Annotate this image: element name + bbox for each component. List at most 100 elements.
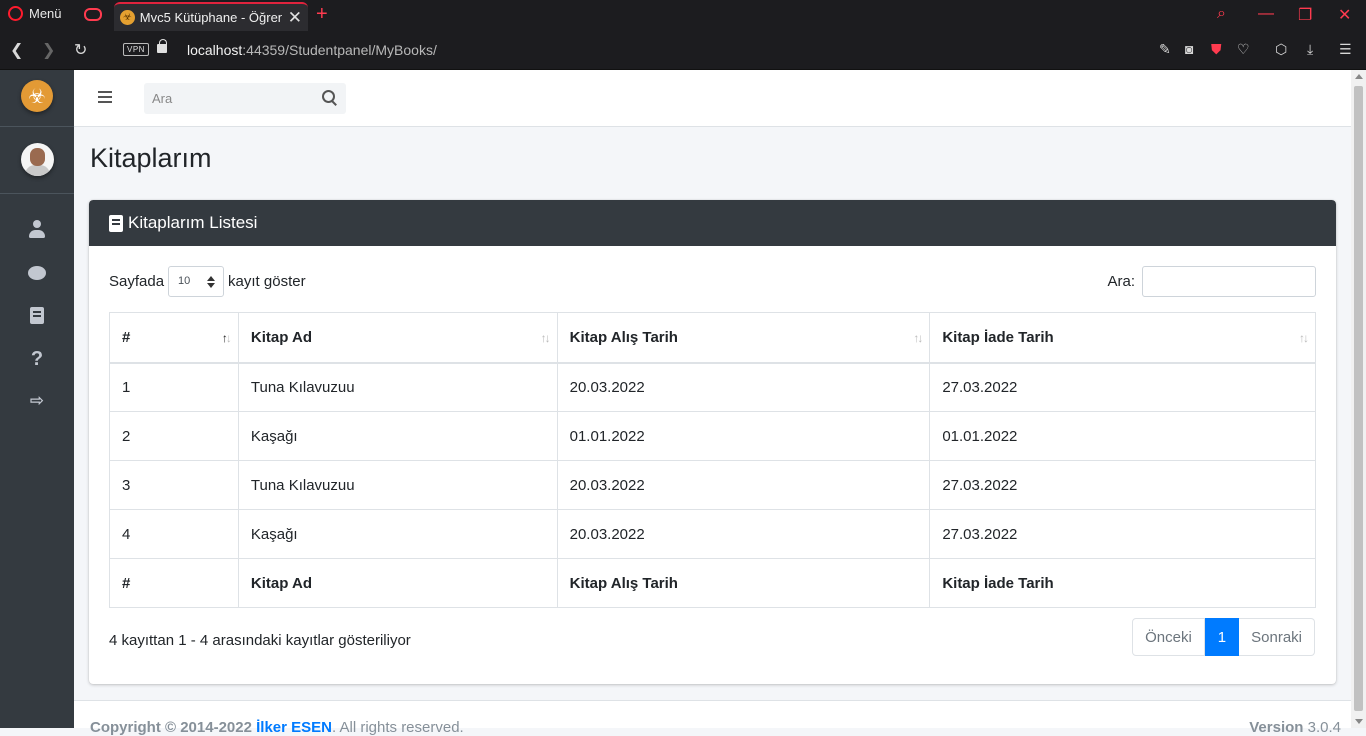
avatar-face	[30, 148, 45, 166]
sign-out-icon: ⇨	[29, 391, 45, 410]
column-footer-label: Kitap İade Tarih	[929, 558, 1316, 608]
column-header-label: Kitap Ad	[250, 328, 312, 346]
sidebar: ☣ ? ⇨	[0, 70, 74, 728]
column-footer-label: #	[109, 558, 239, 608]
sort-asc-icon: ↑↓	[221, 331, 232, 345]
browser-menu-button[interactable]: Menü	[8, 6, 62, 21]
shield-icon[interactable]: ⛊	[1211, 41, 1222, 58]
pagination-page-button[interactable]: 1	[1204, 618, 1240, 656]
book-icon	[109, 214, 123, 232]
forward-icon[interactable]: ❯	[42, 40, 55, 60]
table-cell: 01.01.2022	[556, 411, 931, 461]
page-length-value: 10	[178, 275, 191, 287]
navbar-search-input[interactable]	[144, 83, 314, 114]
table-footer-row: # Kitap Ad Kitap Alış Tarih Kitap İade T…	[109, 558, 1316, 608]
avatar-body	[25, 165, 50, 176]
user-avatar[interactable]	[21, 143, 54, 176]
new-tab-icon[interactable]: +	[316, 3, 328, 26]
table-cell: 20.03.2022	[556, 362, 931, 412]
back-icon[interactable]: ❮	[10, 40, 23, 60]
edit-icon[interactable]: ✎	[1159, 41, 1171, 58]
table-info: 4 kayıttan 1 - 4 arasındaki kayıtlar gös…	[109, 632, 411, 649]
close-window-icon[interactable]: ✕	[1338, 5, 1351, 25]
reload-icon[interactable]: ↻	[74, 40, 87, 60]
scrollbar-thumb[interactable]	[1354, 86, 1363, 711]
sidebar-item-logout[interactable]: ⇨	[0, 391, 74, 411]
vpn-badge[interactable]: VPN	[123, 43, 149, 56]
gamepad-icon[interactable]	[84, 8, 102, 21]
table-cell: 3	[109, 460, 239, 510]
table-cell: 01.01.2022	[929, 411, 1316, 461]
minimize-icon[interactable]: —	[1258, 5, 1274, 23]
table-row: 2 Kaşağı 01.01.2022 01.01.2022	[109, 411, 1316, 461]
biohazard-favicon-icon: ☣	[120, 10, 135, 25]
books-card: Kitaplarım Listesi Sayfada 10 kayıt göst…	[89, 200, 1336, 684]
search-icon[interactable]	[322, 90, 338, 106]
table-cell: 27.03.2022	[929, 362, 1316, 412]
search-tabs-icon[interactable]: ⌕	[1217, 5, 1226, 23]
column-header-return-date[interactable]: Kitap İade Tarih ↑↓	[929, 312, 1316, 364]
table-cell: 27.03.2022	[929, 509, 1316, 559]
sidebar-item-help[interactable]: ?	[0, 348, 74, 371]
question-icon: ?	[30, 348, 44, 370]
heart-icon[interactable]: ♡	[1237, 41, 1250, 58]
close-tab-icon[interactable]: ✕	[288, 8, 302, 28]
books-table: # ↑↓ Kitap Ad ↑↓ Kitap Alış Tarih ↑↓ Kitap …	[109, 312, 1316, 608]
browser-tab-active[interactable]: ☣ Mvc5 Kütüphane - Öğrenci ✕	[114, 2, 308, 31]
top-navbar	[74, 70, 1351, 127]
sidebar-item-books[interactable]	[0, 307, 74, 329]
column-header-label: Kitap İade Tarih	[942, 328, 1054, 346]
sort-icon: ↑↓	[913, 331, 923, 345]
card-header: Kitaplarım Listesi	[89, 200, 1336, 246]
table-cell: 2	[109, 411, 239, 461]
sidebar-divider	[0, 193, 74, 194]
page-length-control: Sayfada 10 kayıt göster	[109, 266, 306, 297]
cube-icon[interactable]: ⬡	[1275, 41, 1287, 58]
table-cell: Tuna Kılavuzuu	[237, 362, 558, 412]
download-icon[interactable]: ⤓	[1307, 41, 1313, 58]
scroll-up-icon[interactable]	[1355, 74, 1363, 79]
table-header-row: # ↑↓ Kitap Ad ↑↓ Kitap Alış Tarih ↑↓ Kitap …	[109, 312, 1316, 364]
page-length-select[interactable]: 10	[168, 266, 225, 297]
book-icon	[30, 307, 44, 324]
opera-logo-icon	[8, 6, 23, 21]
table-cell: Kaşağı	[237, 411, 558, 461]
table-cell: 4	[109, 509, 239, 559]
table-cell: Kaşağı	[237, 509, 558, 559]
table-filter-input[interactable]	[1142, 266, 1316, 297]
page-footer: Copyright © 2014-2022 İlker ESEN. All ri…	[74, 700, 1351, 736]
page-title: Kitaplarım	[90, 143, 212, 173]
table-cell: 1	[109, 362, 239, 412]
maximize-icon[interactable]: ❐	[1298, 5, 1312, 25]
column-header-book-name[interactable]: Kitap Ad ↑↓	[237, 312, 558, 364]
column-footer-label: Kitap Ad	[237, 558, 558, 608]
sidebar-item-profile[interactable]	[0, 220, 74, 243]
column-header-purchase-date[interactable]: Kitap Alış Tarih ↑↓	[556, 312, 931, 364]
hamburger-menu-icon[interactable]	[98, 91, 112, 93]
camera-icon[interactable]: ◙	[1185, 41, 1193, 57]
scroll-down-icon[interactable]	[1355, 719, 1363, 724]
sort-icon: ↑↓	[1299, 331, 1309, 345]
pagination: Önceki 1 Sonraki	[1132, 618, 1315, 656]
filter-label: Ara:	[1107, 273, 1135, 290]
url-field[interactable]: localhost:44359/Studentpanel/MyBooks/	[187, 42, 437, 58]
table-row: 3 Tuna Kılavuzuu 20.03.2022 27.03.2022	[109, 460, 1316, 510]
settings-menu-icon[interactable]: ☰	[1339, 41, 1352, 58]
column-header-label: Kitap Alış Tarih	[569, 328, 678, 346]
card-title: Kitaplarım Listesi	[128, 213, 258, 232]
table-filter: Ara:	[1107, 266, 1316, 297]
brand-logo-icon[interactable]: ☣	[21, 80, 53, 112]
column-header-number[interactable]: # ↑↓	[109, 312, 239, 364]
pagination-next-button[interactable]: Sonraki	[1239, 618, 1315, 656]
browser-tabbar: Menü ☣ Mvc5 Kütüphane - Öğrenci ✕ + ⌕ — …	[0, 0, 1366, 31]
sidebar-divider	[0, 126, 74, 127]
table-cell: 20.03.2022	[556, 460, 931, 510]
navbar-search	[144, 83, 346, 114]
column-header-label: #	[122, 328, 131, 346]
table-cell: 20.03.2022	[556, 509, 931, 559]
pagination-previous-button[interactable]: Önceki	[1132, 618, 1205, 656]
table-cell: Tuna Kılavuzuu	[237, 460, 558, 510]
sidebar-item-messages[interactable]	[0, 265, 74, 285]
page-scrollbar[interactable]	[1351, 70, 1366, 728]
lock-icon[interactable]	[157, 39, 167, 53]
